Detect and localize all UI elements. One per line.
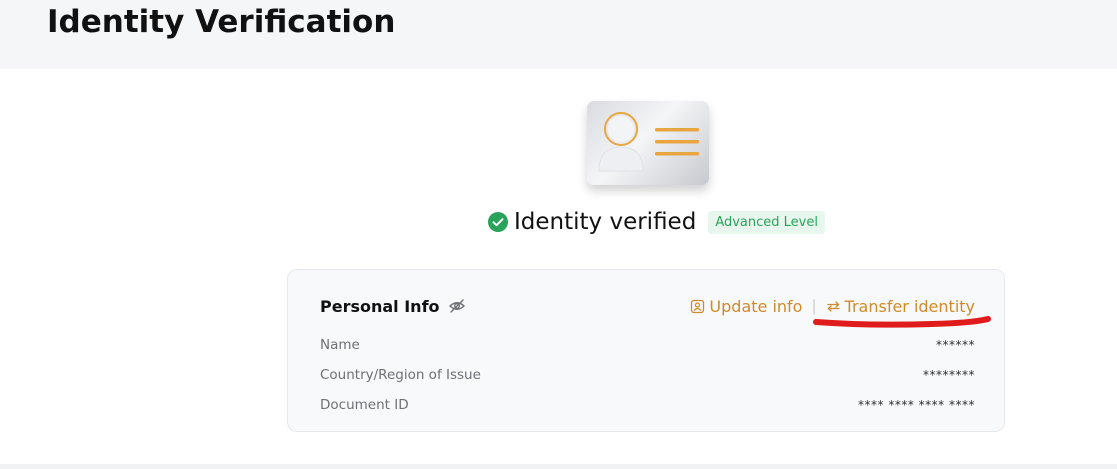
info-row-name: Name ****** [320, 330, 975, 360]
field-label: Document ID [320, 397, 409, 413]
field-label: Country/Region of Issue [320, 367, 481, 383]
status-text: Identity verified [514, 209, 697, 235]
id-card-graphic [598, 112, 699, 172]
user-card-icon [691, 299, 705, 313]
info-row-document-id: Document ID **** **** **** **** [320, 390, 975, 420]
personal-info-title: Personal Info [320, 296, 440, 316]
personal-info-card: Personal Info Update info | Transfer ide… [287, 269, 1005, 432]
id-card-illustration [587, 101, 709, 185]
update-info-link[interactable]: Update info [690, 297, 802, 316]
field-value: ****** [936, 338, 975, 352]
eye-off-icon[interactable] [448, 297, 466, 315]
verification-status: Identity verified Advanced Level [488, 206, 825, 238]
page-bottom-divider [0, 464, 1117, 469]
page-title: Identity Verification [47, 4, 396, 40]
field-value: **** **** **** **** [858, 398, 975, 412]
personal-info-fields: Name ****** Country/Region of Issue ****… [320, 330, 975, 420]
field-value: ******** [923, 368, 975, 382]
info-row-country: Country/Region of Issue ******** [320, 360, 975, 390]
field-label: Name [320, 337, 360, 353]
page-header: Identity Verification [0, 0, 1117, 69]
check-circle-icon [488, 212, 508, 232]
personal-info-title-group: Personal Info [320, 297, 466, 316]
red-underline-annotation [813, 316, 991, 328]
update-info-label: Update info [709, 296, 803, 316]
level-badge: Advanced Level [708, 210, 825, 234]
swap-arrows-icon [826, 300, 840, 312]
